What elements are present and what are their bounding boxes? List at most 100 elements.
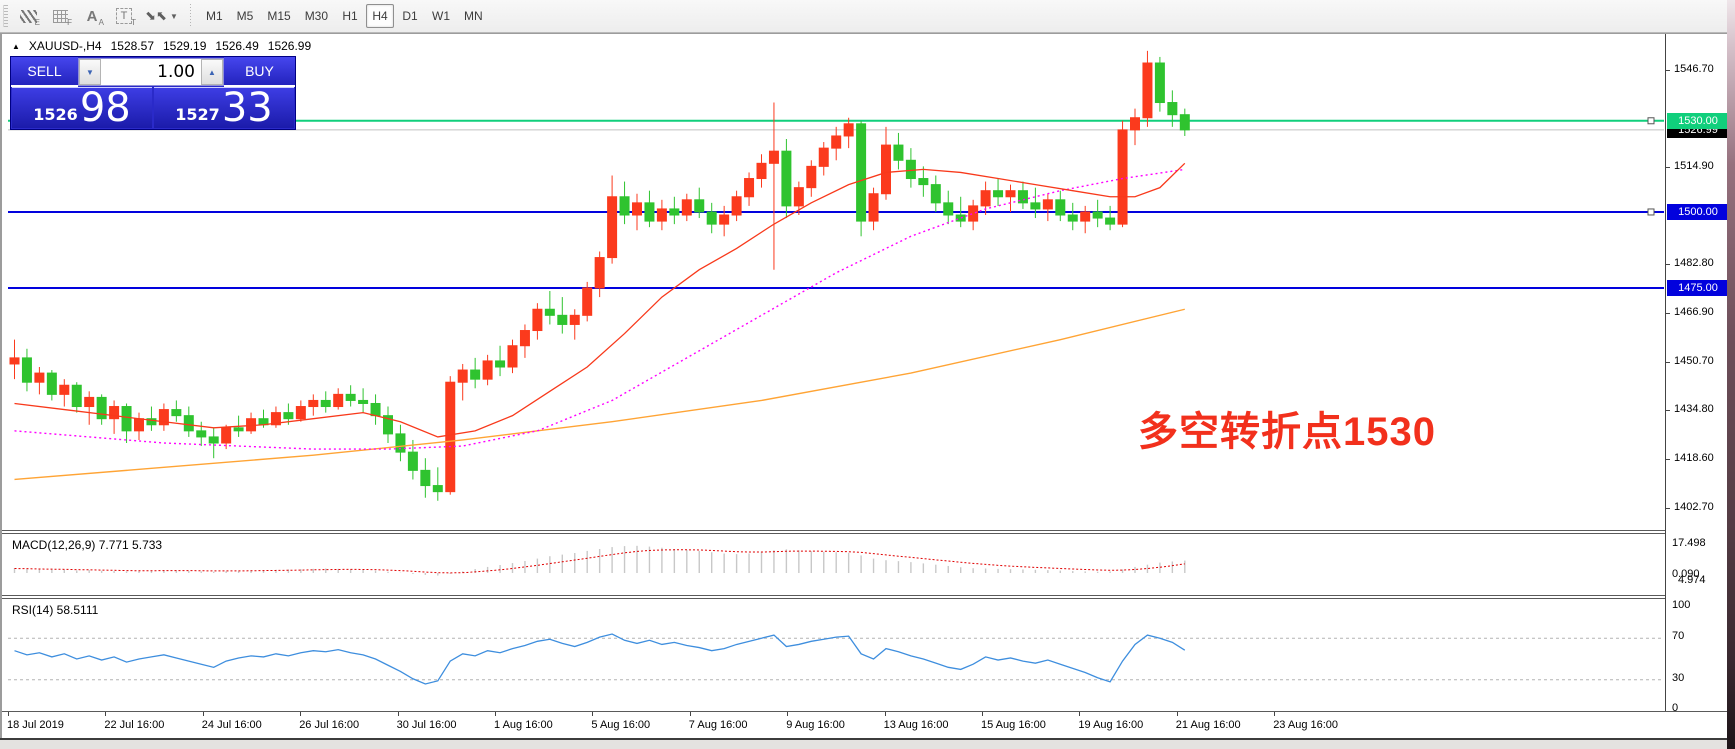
volume-increase-button[interactable]: ▲ xyxy=(201,59,223,85)
time-label: 9 Aug 16:00 xyxy=(786,719,845,731)
toolbar: EFAATT⬊⬉ ▼ M1M5M15M30H1H4D1W1MN xyxy=(0,0,1735,33)
time-axis[interactable]: 18 Jul 2019 22 Jul 16:00 24 Jul 16:00 26 Ju… xyxy=(2,712,1665,738)
macd-indicator-pane[interactable] xyxy=(8,535,1664,604)
drawing-tools-group: EFAATT⬊⬉ xyxy=(12,3,172,29)
one-click-trade-panel: SELL ▼ ▲ BUY 1526 98 1527 33 xyxy=(10,56,296,130)
time-tick-mark xyxy=(787,712,788,716)
price-tick-label: 1434.80 xyxy=(1674,403,1714,415)
price-badge-1475.00: 1475.00 xyxy=(1667,280,1729,296)
time-tick-mark xyxy=(1079,712,1080,716)
rsi-label: RSI(14) 58.5111 xyxy=(12,603,98,617)
time-tick-mark xyxy=(300,712,301,716)
price-tick-mark xyxy=(1666,410,1670,411)
timeframe-button-H4[interactable]: H4 xyxy=(366,4,394,28)
time-label: 5 Aug 16:00 xyxy=(591,719,650,731)
low-value: 1526.49 xyxy=(215,39,258,53)
time-tick-mark xyxy=(982,712,983,716)
time-tick-mark xyxy=(203,712,204,716)
timeframe-button-M30[interactable]: M30 xyxy=(299,4,334,28)
price-tick-label: 1418.60 xyxy=(1674,452,1714,464)
time-label: 21 Aug 16:00 xyxy=(1176,719,1241,731)
time-tick-mark xyxy=(1274,712,1275,716)
time-label: 19 Aug 16:00 xyxy=(1078,719,1143,731)
volume-decrease-button[interactable]: ▼ xyxy=(79,59,101,85)
price-tick-mark xyxy=(1666,362,1670,363)
window-bottom-edge xyxy=(0,738,1727,749)
timeframe-button-M5[interactable]: M5 xyxy=(231,4,260,28)
time-tick-mark xyxy=(398,712,399,716)
price-tick-mark xyxy=(1666,70,1670,71)
timeframe-button-D1[interactable]: D1 xyxy=(396,4,424,28)
price-tick-mark xyxy=(1666,459,1670,460)
price-badge-1500.00: 1500.00 xyxy=(1667,204,1729,220)
pane-resize-handle-rsi[interactable] xyxy=(2,595,1665,599)
toolbar-separator xyxy=(187,4,193,28)
text-box-icon[interactable]: TT xyxy=(109,3,139,29)
rsi-scale-0: 0 xyxy=(1672,702,1678,714)
timeframe-button-MN[interactable]: MN xyxy=(458,4,489,28)
time-label: 1 Aug 16:00 xyxy=(494,719,553,731)
macd-svg xyxy=(8,535,1664,599)
chart-window: ▲ XAUUSD-,H4 1528.57 1529.19 1526.49 152… xyxy=(0,33,1727,738)
time-tick-mark xyxy=(8,712,9,716)
bid-pips-digits: 98 xyxy=(80,88,131,128)
price-tick-label: 1482.80 xyxy=(1674,257,1714,269)
time-label: 18 Jul 2019 xyxy=(7,719,64,731)
time-label: 23 Aug 16:00 xyxy=(1273,719,1338,731)
time-label: 22 Jul 16:00 xyxy=(104,719,164,731)
price-tick-label: 1514.90 xyxy=(1674,160,1714,172)
time-label: 24 Jul 16:00 xyxy=(202,719,262,731)
timeframe-button-M1[interactable]: M1 xyxy=(200,4,229,28)
price-tick-mark xyxy=(1666,313,1670,314)
price-tick-mark xyxy=(1666,167,1670,168)
ask-pips-digits: 33 xyxy=(222,88,273,128)
pane-resize-handle-macd[interactable] xyxy=(2,530,1665,534)
price-tick-label: 1466.90 xyxy=(1674,306,1714,318)
high-value: 1529.19 xyxy=(163,39,206,53)
time-tick-mark xyxy=(495,712,496,716)
price-tick-label: 1450.70 xyxy=(1674,355,1714,367)
mt4-terminal: EFAATT⬊⬉ ▼ M1M5M15M30H1H4D1W1MN ▲ XAUUSD… xyxy=(0,0,1735,749)
rsi-scale-100: 100 xyxy=(1672,599,1690,611)
ask-price-tile[interactable]: 1527 33 xyxy=(154,87,294,128)
timeframe-button-H1[interactable]: H1 xyxy=(336,4,364,28)
time-tick-mark xyxy=(885,712,886,716)
time-tick-mark xyxy=(592,712,593,716)
timeframe-button-W1[interactable]: W1 xyxy=(426,4,456,28)
grid-icon[interactable]: F xyxy=(45,3,75,29)
bid-main-digits: 1526 xyxy=(33,105,78,124)
volume-group: ▼ ▲ xyxy=(78,58,224,86)
time-label: 26 Jul 16:00 xyxy=(299,719,359,731)
price-tick-label: 1402.70 xyxy=(1674,501,1714,513)
text-label-icon[interactable]: AA xyxy=(77,3,107,29)
ask-main-digits: 1527 xyxy=(175,105,220,124)
macd-scale-min: 4.974 xyxy=(1678,574,1706,586)
price-tick-label: 1546.70 xyxy=(1674,63,1714,75)
rsi-scale-30: 30 xyxy=(1672,672,1684,684)
chart-header: ▲ XAUUSD-,H4 1528.57 1529.19 1526.49 152… xyxy=(12,39,311,53)
arrows-dropdown-caret[interactable]: ▼ xyxy=(166,3,180,29)
price-tick-mark xyxy=(1666,264,1670,265)
chart-text-annotation[interactable]: 多空转折点1530 xyxy=(1138,399,1436,457)
rsi-indicator-pane[interactable] xyxy=(8,600,1664,718)
time-label: 30 Jul 16:00 xyxy=(397,719,457,731)
bid-price-tile[interactable]: 1526 98 xyxy=(12,87,152,128)
rsi-scale-70: 70 xyxy=(1672,630,1684,642)
open-value: 1528.57 xyxy=(111,39,154,53)
sell-button[interactable]: SELL xyxy=(11,57,78,87)
hatch-chart-icon[interactable]: E xyxy=(13,3,43,29)
desktop-edge xyxy=(1727,0,1735,749)
toolbar-grip[interactable] xyxy=(3,5,8,27)
time-label: 7 Aug 16:00 xyxy=(689,719,748,731)
macd-label: MACD(12,26,9) 7.771 5.733 xyxy=(12,538,162,552)
symbol-label: XAUUSD-,H4 xyxy=(29,39,102,53)
collapse-triangle-icon[interactable]: ▲ xyxy=(12,42,20,51)
volume-input[interactable] xyxy=(101,59,201,85)
price-badge-1530.00: 1530.00 xyxy=(1667,113,1729,129)
macd-scale-max: 17.498 xyxy=(1672,537,1706,549)
time-tick-mark xyxy=(105,712,106,716)
rsi-svg xyxy=(8,600,1664,713)
buy-button[interactable]: BUY xyxy=(224,57,295,87)
timeframe-button-M15[interactable]: M15 xyxy=(261,4,296,28)
time-tick-mark xyxy=(690,712,691,716)
